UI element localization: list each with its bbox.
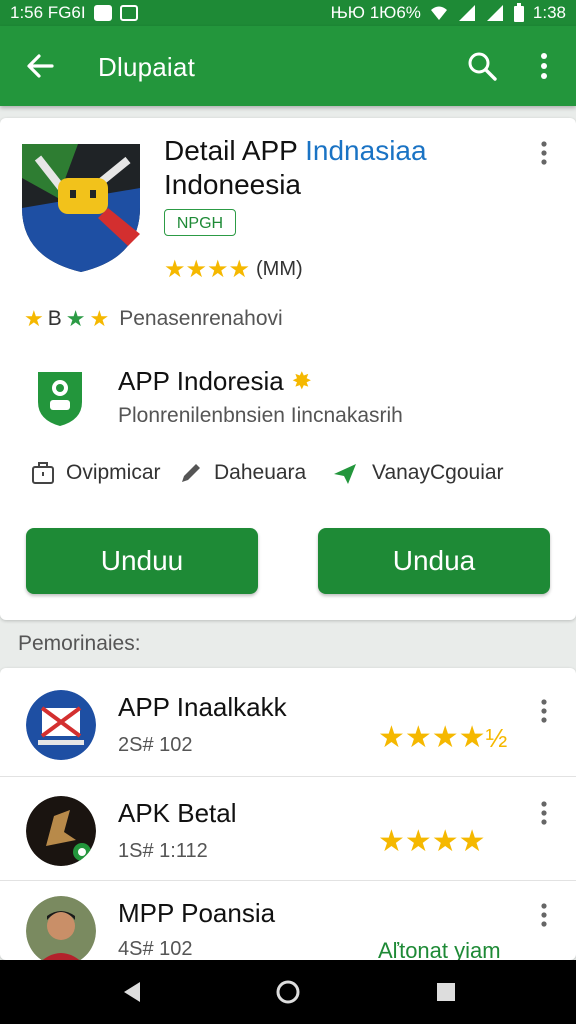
list-item-3-avatar bbox=[26, 896, 96, 966]
system-nav-bar bbox=[0, 960, 576, 1024]
detail-title-accent: Indnasiaa bbox=[305, 135, 427, 166]
star-icon-green: ★ bbox=[65, 306, 86, 331]
list-item-2-stars: ★★★★ bbox=[378, 825, 486, 858]
meta-item-2[interactable]: Daheuara bbox=[178, 460, 306, 486]
stats-badge: B bbox=[47, 307, 62, 330]
detail-badge: NPGH bbox=[164, 209, 236, 236]
more-vert-icon[interactable] bbox=[530, 50, 558, 82]
status-bar: 1:56 FG6I ЊЮ 1Ю6% 1:38 bbox=[0, 0, 576, 26]
detail-title: Detail APP Indnasiaa bbox=[164, 134, 427, 168]
send-icon bbox=[334, 464, 356, 484]
nav-back-icon[interactable] bbox=[118, 978, 146, 1006]
search-icon[interactable] bbox=[466, 50, 498, 82]
nav-recents-icon[interactable] bbox=[432, 978, 460, 1006]
star-icon-2: ★ bbox=[89, 306, 110, 331]
app-bar: Dlupaiat bbox=[0, 26, 576, 106]
pencil-icon bbox=[182, 464, 200, 482]
detail-title-main: Detail APP bbox=[164, 135, 298, 166]
stats-text: Penasenrenahovi bbox=[119, 307, 283, 330]
developer-name-row: APP Indoresia ✸ bbox=[118, 366, 312, 397]
list-item-2-icon bbox=[26, 796, 96, 866]
list-item-2-more-icon[interactable] bbox=[532, 800, 556, 828]
list-item-1-stars: ★★★★½ bbox=[378, 721, 508, 754]
signal-icon bbox=[458, 5, 475, 21]
wifi-icon bbox=[430, 6, 447, 20]
download-button-right[interactable]: Undua bbox=[318, 528, 550, 594]
detail-stars: ★★★★ bbox=[164, 256, 251, 283]
developer-icon bbox=[38, 372, 82, 426]
verified-badge-icon: ✸ bbox=[291, 368, 312, 395]
star-icon: ★ bbox=[24, 306, 44, 331]
app-icon bbox=[22, 144, 140, 272]
notification-icon bbox=[93, 5, 112, 21]
back-arrow-icon[interactable] bbox=[24, 50, 56, 82]
list-item-1-title[interactable]: APP Inaalkakk bbox=[118, 692, 287, 723]
meta-label-1: Ovipmicar bbox=[66, 461, 161, 484]
status-right: ЊЮ 1Ю6% 1:38 bbox=[331, 3, 566, 23]
detail-title-line2: Indoneesia bbox=[164, 169, 302, 200]
stats-row: ★ B ★ ★ Penasenrenahovi bbox=[24, 306, 283, 332]
status-left: 1:56 FG6I bbox=[10, 3, 138, 23]
developer-name: APP Indoresia bbox=[118, 366, 284, 396]
list-item-3-more-icon[interactable] bbox=[532, 902, 556, 930]
section-label: Pemorinaies: bbox=[18, 632, 141, 655]
status-left-text: 1:56 FG6I bbox=[10, 3, 86, 22]
nav-home-icon[interactable] bbox=[274, 978, 302, 1006]
app-bar-title: Dlupaiat bbox=[98, 52, 195, 82]
detail-rating-label: (MM) bbox=[256, 258, 303, 280]
detail-more-icon[interactable] bbox=[532, 140, 556, 168]
meta-label-3: VanayCgouiar bbox=[372, 461, 504, 484]
row-divider-2 bbox=[0, 880, 576, 881]
signal-icon-2 bbox=[486, 5, 503, 21]
list-item-1-icon bbox=[26, 690, 96, 760]
meta-item-1[interactable]: Ovipmicar bbox=[30, 460, 161, 486]
status-time: 1:38 bbox=[532, 3, 566, 22]
list-item-1-subtitle: 2S# 102 bbox=[118, 734, 193, 756]
meta-item-3[interactable]: VanayCgouiar bbox=[332, 460, 504, 486]
gallery-icon bbox=[119, 5, 138, 21]
row-divider-1 bbox=[0, 776, 576, 777]
developer-subtitle: Plonrenilenbnsien Iincnakasrih bbox=[118, 404, 403, 427]
list-item-2-title[interactable]: APK Betal bbox=[118, 798, 237, 829]
list-item-3-subtitle: 4S# 102 bbox=[118, 938, 193, 960]
status-indicators: ЊЮ 1Ю6% bbox=[330, 3, 421, 22]
battery-icon bbox=[513, 3, 524, 22]
list-item-3-title[interactable]: MPP Poansia bbox=[118, 898, 275, 929]
download-button-left[interactable]: Unduu bbox=[26, 528, 258, 594]
briefcase-icon bbox=[32, 462, 54, 484]
list-item-1-more-icon[interactable] bbox=[532, 698, 556, 726]
list-item-2-subtitle: 1S# 1:112 bbox=[118, 840, 208, 862]
meta-label-2: Daheuara bbox=[214, 461, 307, 484]
